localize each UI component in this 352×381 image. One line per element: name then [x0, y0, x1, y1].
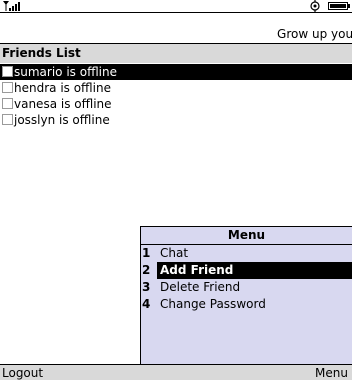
friend-checkbox[interactable] [2, 82, 13, 93]
friend-row-josslyn[interactable]: josslyn is offline [0, 112, 352, 128]
friend-checkbox[interactable] [2, 66, 13, 77]
menu-title: Menu [141, 227, 352, 245]
menu-item-change-password[interactable]: 4 Change Password [141, 296, 352, 313]
friend-row-sumario[interactable]: sumario is offline [0, 64, 352, 80]
menu-item-chat[interactable]: 1 Chat [141, 245, 352, 262]
friend-label: sumario is offline [14, 65, 117, 79]
logout-softkey[interactable]: Logout [2, 366, 43, 381]
friend-row-hendra[interactable]: hendra is offline [0, 80, 352, 96]
menu-item-label: Change Password [160, 297, 266, 311]
friends-list: sumario is offline hendra is offline van… [0, 64, 352, 128]
softkey-bar: Logout Menu [0, 364, 352, 380]
menu-item-label: Chat [160, 246, 189, 260]
friend-row-vanesa[interactable]: vanesa is offline [0, 96, 352, 112]
menu-item-label: Delete Friend [160, 280, 241, 294]
signal-strength-icon [3, 1, 20, 11]
battery-icon [328, 2, 350, 10]
settings-icon [310, 0, 320, 12]
ticker-text: Grow up your [277, 27, 352, 41]
friend-checkbox[interactable] [2, 98, 13, 109]
menu-item-delete-friend[interactable]: 3 Delete Friend [141, 279, 352, 296]
menu-item-number: 2 [142, 263, 151, 277]
menu-item-add-friend[interactable]: 2 Add Friend [141, 262, 352, 279]
friend-label: vanesa is offline [14, 97, 112, 111]
options-menu: Menu 1 Chat 2 Add Friend 3 Delete Friend… [140, 226, 352, 364]
friend-label: hendra is offline [14, 81, 111, 95]
friend-label: josslyn is offline [14, 113, 110, 127]
menu-item-number: 4 [142, 297, 151, 311]
ticker-banner: Grow up your [0, 12, 352, 44]
menu-item-number: 1 [142, 246, 151, 260]
page-title: Friends List [0, 44, 352, 63]
menu-items: 1 Chat 2 Add Friend 3 Delete Friend 4 Ch… [141, 245, 352, 313]
menu-softkey[interactable]: Menu [315, 366, 348, 381]
menu-item-label: Add Friend [157, 262, 352, 279]
friend-checkbox[interactable] [2, 114, 13, 125]
status-bar [0, 0, 352, 12]
menu-item-number: 3 [142, 280, 151, 294]
